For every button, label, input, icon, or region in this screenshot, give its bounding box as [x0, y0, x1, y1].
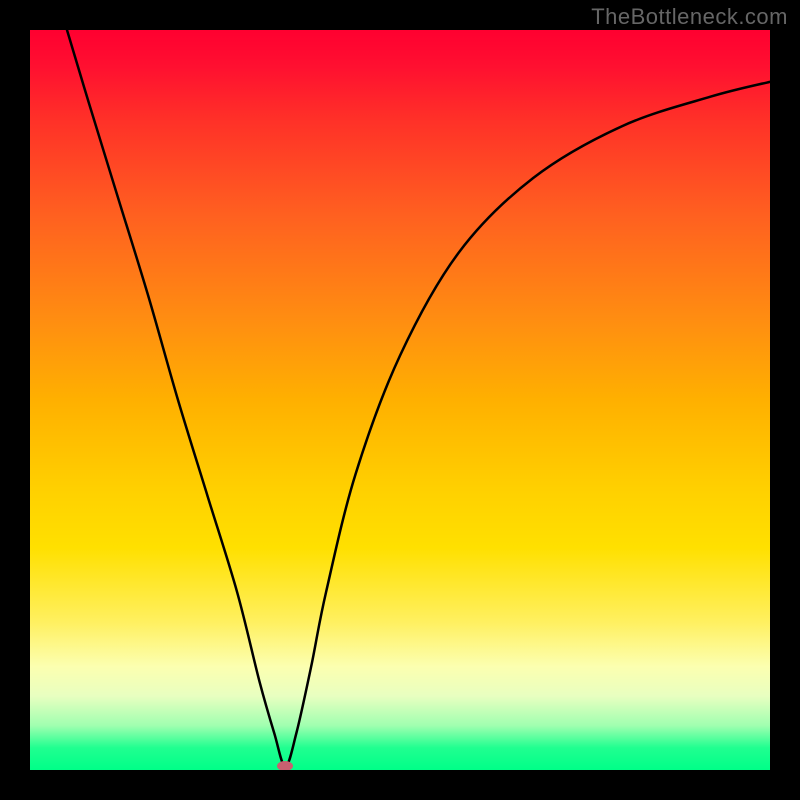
bottleneck-curve	[67, 30, 770, 766]
optimal-point-marker	[277, 761, 293, 770]
plot-area	[30, 30, 770, 770]
watermark-text: TheBottleneck.com	[591, 4, 788, 30]
chart-frame: TheBottleneck.com	[0, 0, 800, 800]
curve-svg	[30, 30, 770, 770]
